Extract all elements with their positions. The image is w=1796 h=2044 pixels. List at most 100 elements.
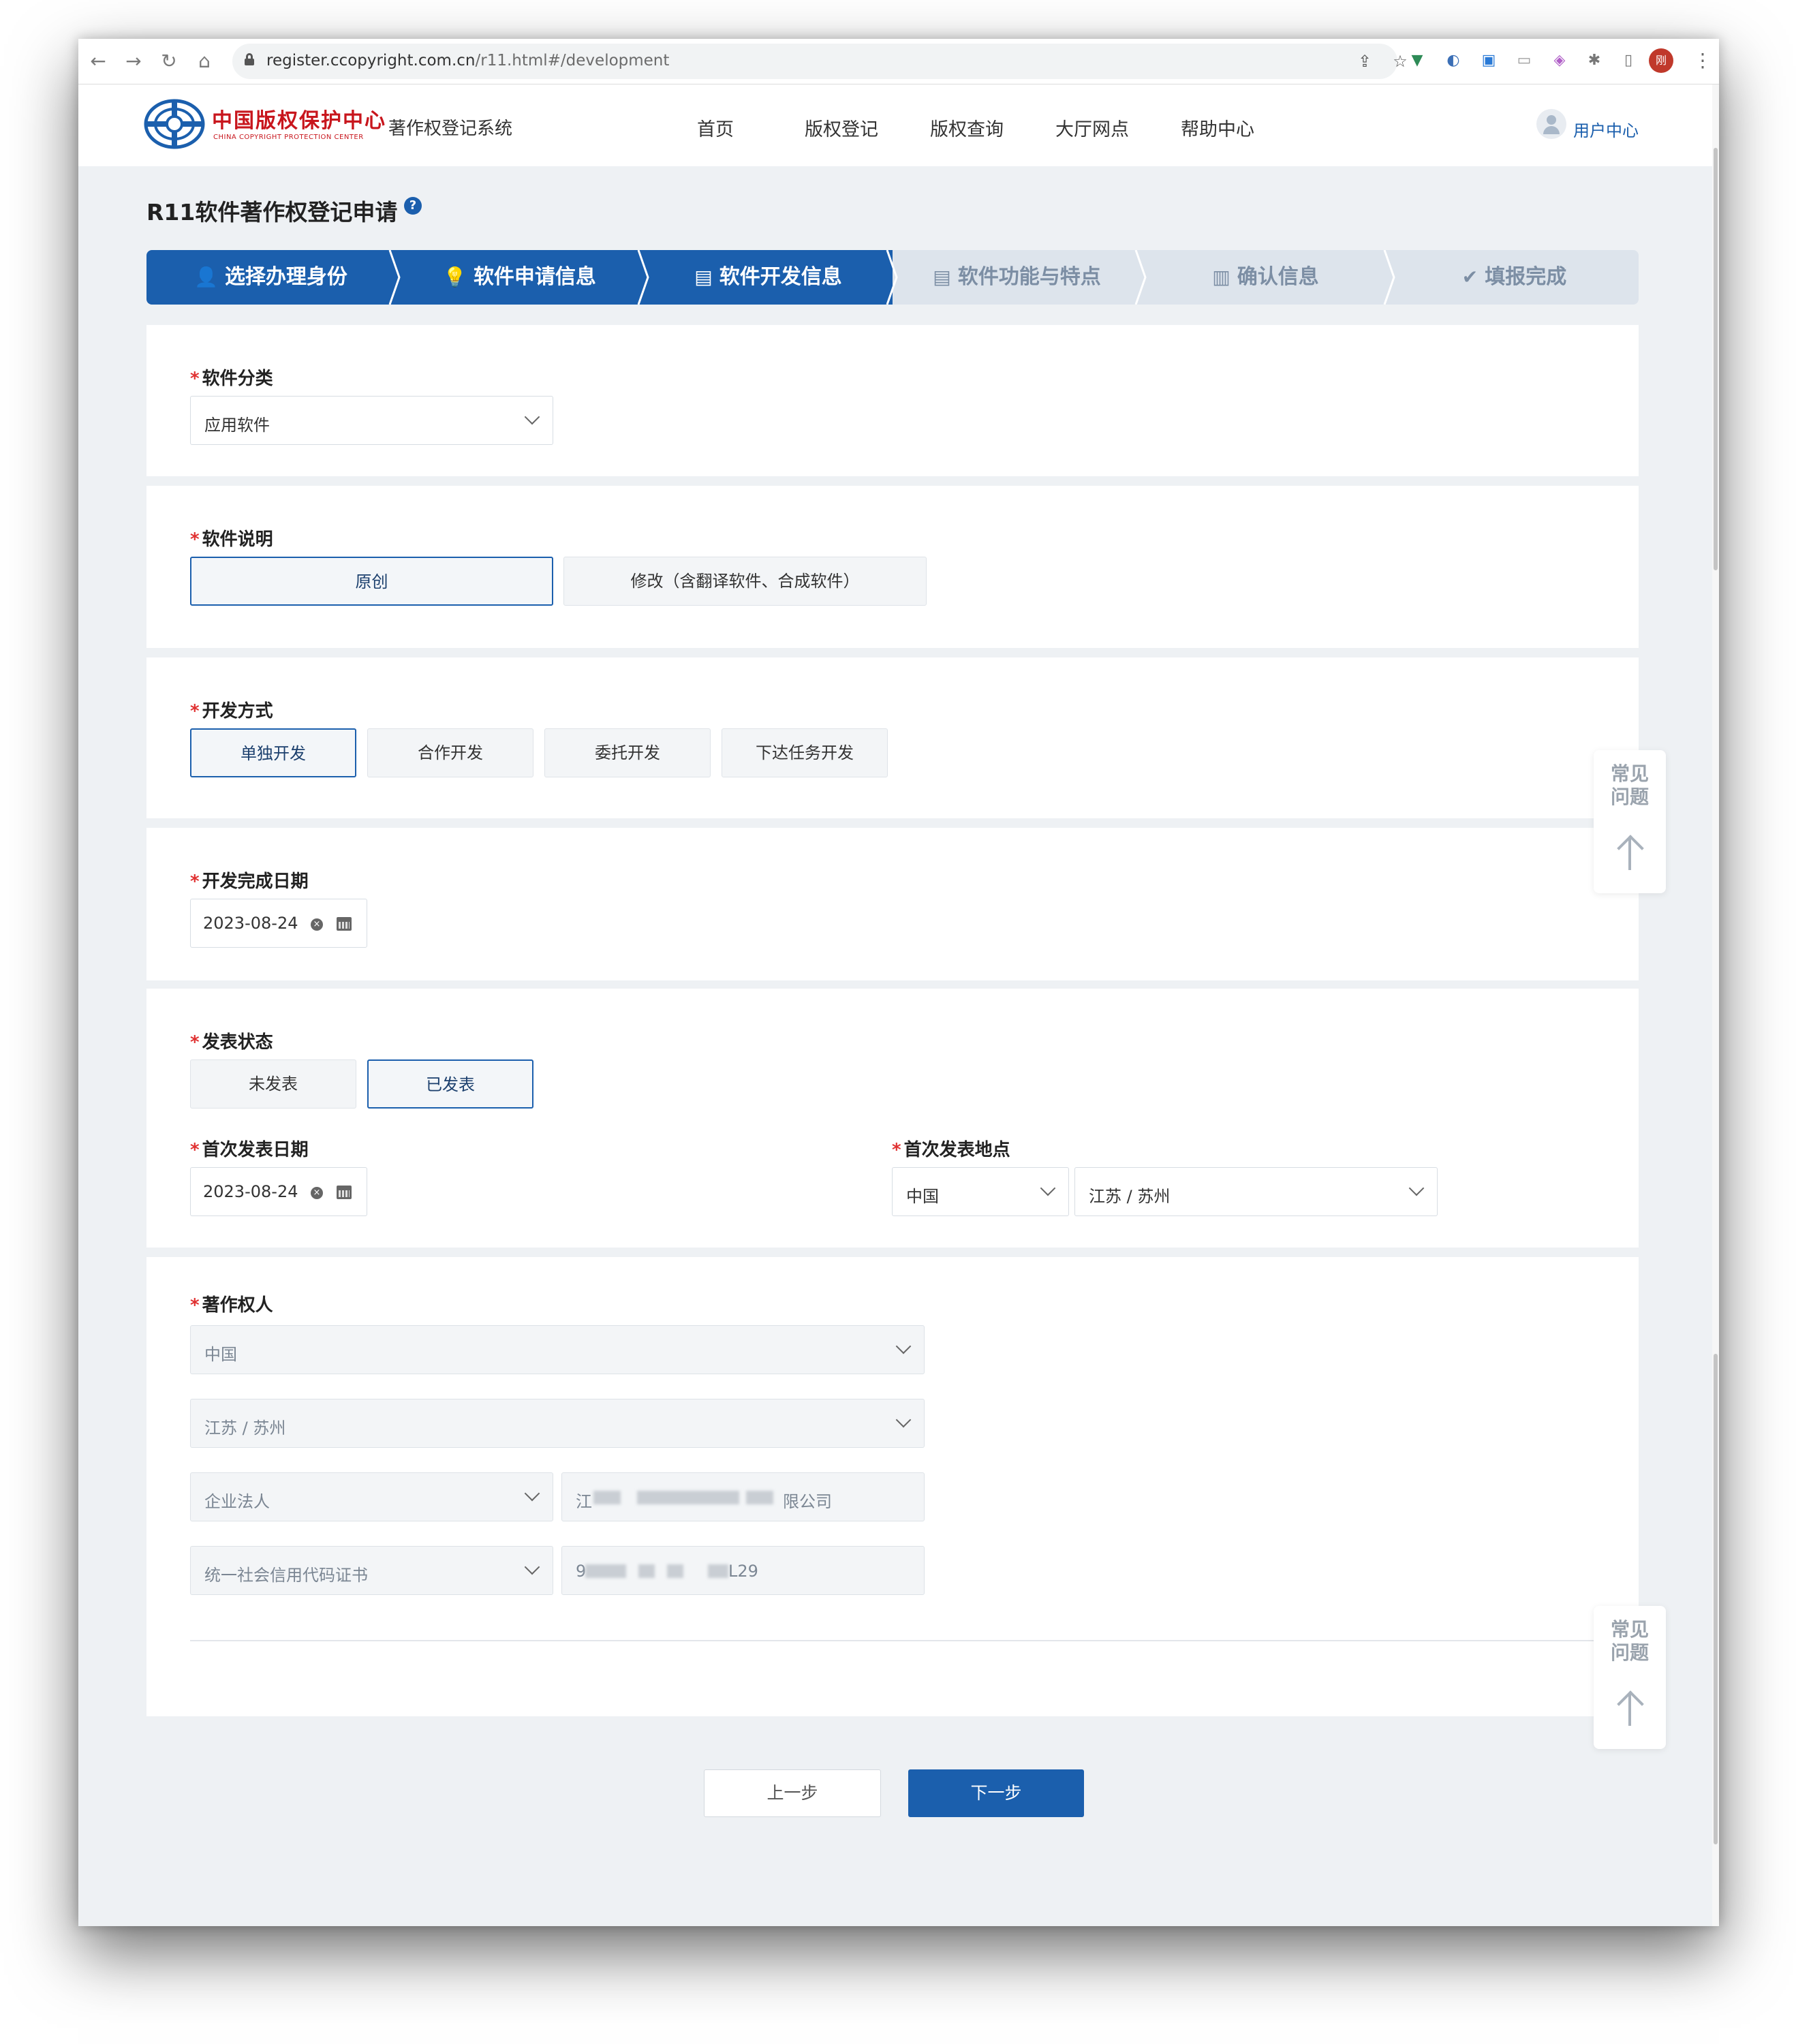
nav-copyright-query[interactable]: 版权查询 <box>930 114 1004 141</box>
url-text: register.ccopyright.com.cn/r11.html#/dev… <box>266 52 670 69</box>
lock-icon <box>245 53 254 65</box>
step-separator <box>1134 250 1147 305</box>
owner-country-select: 中国 <box>190 1325 925 1374</box>
chevron-down-icon <box>524 1559 540 1575</box>
page-title: R11软件著作权登记申请 <box>146 199 398 226</box>
previous-step-button[interactable]: 上一步 <box>704 1769 881 1817</box>
completion-date-label: * 开发完成日期 <box>190 871 309 892</box>
faq-link[interactable]: 常见 问题 <box>1594 1618 1666 1664</box>
card-completion-date: * 开发完成日期 2023-08-24 × <box>146 828 1639 980</box>
step-filing-complete: ✔ 填报完成 <box>1390 250 1639 305</box>
back-to-top-arrow-icon[interactable] <box>1594 832 1666 873</box>
first-publish-date-picker[interactable]: 2023-08-24 × <box>190 1167 367 1216</box>
help-question-icon[interactable]: ? <box>404 197 422 215</box>
scrollbar-thumb[interactable] <box>1714 1354 1718 1844</box>
site-header: 中国版权保护中心 CHINA COPYRIGHT PROTECTION CENT… <box>78 84 1719 166</box>
owner-name-input: 江 限公司 <box>561 1472 925 1521</box>
system-name: 著作权登记系统 <box>388 119 513 139</box>
redacted-blur <box>667 1564 683 1578</box>
redacted-blur <box>593 1491 621 1504</box>
redacted-blur <box>637 1491 739 1504</box>
chevron-down-icon <box>1408 1180 1425 1196</box>
card-copyright-owner: * 著作权人 中国 江苏 / 苏州 企业法人 江 限公司 统一社会信用代码证书 9 <box>146 1257 1639 1716</box>
browser-toolbar: ← → ↻ ⌂ register.ccopyright.com.cn/r11.h… <box>78 39 1719 84</box>
nav-copyright-registration[interactable]: 版权登记 <box>805 114 878 141</box>
step-software-application-info[interactable]: 💡 软件申请信息 <box>395 250 644 305</box>
puzzle-icon[interactable]: ✱ <box>1584 50 1605 71</box>
user-avatar-icon <box>1536 109 1566 139</box>
chevron-down-icon <box>895 1338 912 1354</box>
publish-status-label: * 发表状态 <box>190 1032 273 1053</box>
menu-kebab-icon[interactable]: ⋮ <box>1693 48 1712 73</box>
step-confirm-info: ▥ 确认信息 <box>1141 250 1390 305</box>
calendar-icon[interactable] <box>337 1186 352 1199</box>
step-separator <box>1383 250 1395 305</box>
extension-icon[interactable]: ◐ <box>1443 50 1464 71</box>
redacted-blur <box>708 1564 728 1578</box>
forward-icon[interactable]: → <box>121 48 146 74</box>
card-publication: * 发表状态 未发表 已发表 * 首次发表日期 2023-08-24 × * 首次发表… <box>146 989 1639 1248</box>
faq-float-panel: 常见 问题 <box>1594 750 1666 893</box>
card-software-description: * 软件说明 原创 修改（含翻译软件、合成软件） <box>146 486 1639 648</box>
share-icon[interactable]: ⇪ <box>1354 50 1376 72</box>
option-published[interactable]: 已发表 <box>367 1059 533 1109</box>
completion-date-picker[interactable]: 2023-08-24 × <box>190 899 367 948</box>
nav-service-halls[interactable]: 大厅网点 <box>1055 114 1129 141</box>
development-mode-label: * 开发方式 <box>190 701 273 722</box>
chevron-down-icon <box>1040 1180 1056 1196</box>
vue-devtools-icon[interactable]: ▼ <box>1407 50 1427 71</box>
redacted-blur <box>585 1564 626 1578</box>
step-software-development-info[interactable]: ▤ 软件开发信息 <box>644 250 893 305</box>
option-original[interactable]: 原创 <box>190 557 553 606</box>
faq-float-panel: 常见 问题 <box>1594 1606 1666 1749</box>
logo-chinese-text: 中国版权保护中心 <box>212 109 386 133</box>
profile-avatar[interactable]: 刚 <box>1649 48 1673 73</box>
option-assigned-task-development[interactable]: 下达任务开发 <box>722 728 888 777</box>
clear-icon[interactable]: × <box>311 1187 323 1199</box>
option-modified[interactable]: 修改（含翻译软件、合成软件） <box>563 557 927 606</box>
publish-country-select[interactable]: 中国 <box>892 1167 1069 1216</box>
reader-icon[interactable]: ▭ <box>1514 50 1534 71</box>
section-divider <box>190 1640 1607 1641</box>
chevron-down-icon <box>895 1412 912 1428</box>
ccpc-logo[interactable] <box>144 98 205 150</box>
step-software-features: ▤ 软件功能与特点 <box>893 250 1141 305</box>
next-step-button[interactable]: 下一步 <box>908 1769 1084 1817</box>
address-bar[interactable]: register.ccopyright.com.cn/r11.html#/dev… <box>232 44 1408 79</box>
option-independent-development[interactable]: 单独开发 <box>190 728 356 777</box>
back-to-top-arrow-icon[interactable] <box>1594 1688 1666 1729</box>
back-icon[interactable]: ← <box>85 48 111 74</box>
clear-icon[interactable]: × <box>311 918 323 931</box>
redacted-blur <box>746 1491 773 1504</box>
chevron-down-icon <box>524 1485 540 1502</box>
software-category-select[interactable]: 应用软件 <box>190 396 553 445</box>
clipboard-icon: ▥ <box>1212 266 1230 288</box>
scrollbar-thumb[interactable] <box>1714 148 1718 570</box>
faq-link[interactable]: 常见 问题 <box>1594 762 1666 809</box>
software-description-label: * 软件说明 <box>190 529 273 550</box>
owner-id-type-select: 统一社会信用代码证书 <box>190 1546 553 1595</box>
owner-type-select: 企业法人 <box>190 1472 553 1521</box>
card-development-mode: * 开发方式 单独开发 合作开发 委托开发 下达任务开发 <box>146 657 1639 818</box>
screenshot-icon[interactable]: ◈ <box>1549 50 1570 71</box>
nav-help-center[interactable]: 帮助中心 <box>1181 114 1254 141</box>
owner-id-number-input: 9 L29 <box>561 1546 925 1595</box>
chevron-down-icon <box>524 409 540 425</box>
option-unpublished[interactable]: 未发表 <box>190 1059 356 1109</box>
translate-icon[interactable]: ▣ <box>1478 50 1499 71</box>
publish-region-select[interactable]: 江苏 / 苏州 <box>1074 1167 1438 1216</box>
logo-english-text: CHINA COPYRIGHT PROTECTION CENTER <box>213 134 364 141</box>
home-icon[interactable]: ⌂ <box>191 48 217 74</box>
option-commissioned-development[interactable]: 委托开发 <box>544 728 711 777</box>
calendar-icon[interactable] <box>337 917 352 931</box>
nav-home[interactable]: 首页 <box>697 114 734 141</box>
step-separator <box>637 250 649 305</box>
redacted-blur <box>638 1564 655 1578</box>
option-cooperative-development[interactable]: 合作开发 <box>367 728 533 777</box>
check-circle-icon: ✔ <box>1461 266 1478 288</box>
reload-icon[interactable]: ↻ <box>156 48 182 74</box>
progress-stepper: 👤 选择办理身份 💡 软件申请信息 ▤ 软件开发信息 ▤ 软件功能与特点 ▥ 确认信息 ✔… <box>146 250 1639 305</box>
side-panel-icon[interactable]: ▯ <box>1618 50 1639 71</box>
step-select-identity[interactable]: 👤 选择办理身份 <box>146 250 395 305</box>
lightbulb-icon: 💡 <box>443 266 467 288</box>
